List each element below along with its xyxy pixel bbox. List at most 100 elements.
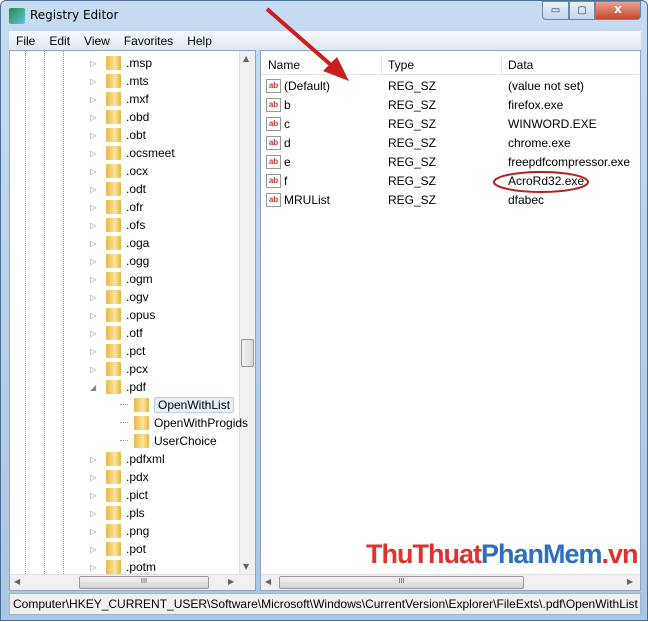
expand-icon[interactable]: ▷ <box>90 491 100 500</box>
expand-icon[interactable]: ▷ <box>90 275 100 284</box>
column-header-name[interactable]: Name <box>268 58 300 72</box>
menu-help[interactable]: Help <box>180 34 219 48</box>
tree-item[interactable]: ▷ .odt <box>90 180 146 198</box>
tree-item[interactable]: ▷ .ogv <box>90 288 149 306</box>
expand-icon[interactable]: ▷ <box>90 365 100 374</box>
value-type: REG_SZ <box>388 79 437 93</box>
tree-item[interactable]: ▷ .ogg <box>90 252 149 270</box>
tree-horizontal-scrollbar[interactable]: ◀ III ▶ <box>10 574 255 590</box>
expand-icon[interactable]: ▷ <box>90 131 100 140</box>
expand-icon[interactable]: ◢ <box>90 383 100 392</box>
scroll-right-arrow[interactable]: ▶ <box>228 577 234 586</box>
expand-icon[interactable]: ▷ <box>90 185 100 194</box>
tree-item[interactable]: UserChoice <box>120 432 217 450</box>
maximize-button[interactable]: ▢ <box>569 1 595 20</box>
tree-item[interactable]: ▷ .pict <box>90 486 148 504</box>
scroll-up-arrow[interactable]: ▲ <box>243 54 249 63</box>
scroll-left-arrow[interactable]: ◀ <box>14 577 20 586</box>
tree-item-label: .ofr <box>126 200 144 214</box>
scroll-down-arrow[interactable]: ▼ <box>243 562 249 571</box>
tree-item-label: .pot <box>126 542 147 556</box>
values-horizontal-scrollbar[interactable]: ◀ III ▶ <box>261 574 640 590</box>
scroll-right-arrow[interactable]: ▶ <box>627 577 633 586</box>
tree-item[interactable]: ▷ .pdfxml <box>90 450 165 468</box>
expand-icon[interactable]: ▷ <box>90 329 100 338</box>
tree-item[interactable]: ▷ .ogm <box>90 270 153 288</box>
value-row[interactable]: ab b REG_SZ firefox.exe <box>261 96 640 115</box>
tree-item[interactable]: ▷ .otf <box>90 324 143 342</box>
tree-item[interactable]: ▷ .pot <box>90 540 146 558</box>
tree-item[interactable]: OpenWithList <box>120 396 235 414</box>
expand-icon[interactable]: ▷ <box>90 311 100 320</box>
tree-item[interactable]: ▷ .ocx <box>90 162 148 180</box>
tree-item[interactable]: ▷ .ofr <box>90 198 143 216</box>
expand-icon[interactable]: ▷ <box>90 149 100 158</box>
menu-view[interactable]: View <box>77 34 117 48</box>
folder-icon <box>106 236 121 250</box>
expand-icon[interactable]: ▷ <box>90 527 100 536</box>
expand-icon[interactable]: ▷ <box>90 203 100 212</box>
expand-icon[interactable]: ▷ <box>90 293 100 302</box>
tree-item[interactable]: ▷ .pct <box>90 342 145 360</box>
tree-item[interactable]: ▷ .oga <box>90 234 149 252</box>
tree-item[interactable]: OpenWithProgids <box>120 414 248 432</box>
tree-item[interactable]: ▷ .pcx <box>90 360 148 378</box>
tree-guide <box>63 51 64 574</box>
scroll-thumb[interactable]: III <box>279 576 524 589</box>
string-value-icon: ab <box>266 136 281 150</box>
expand-icon[interactable]: ▷ <box>90 77 100 86</box>
tree-vertical-scrollbar[interactable]: ▲ ▼ <box>239 51 255 574</box>
folder-icon <box>134 416 149 430</box>
list-header: Name Type Data <box>261 55 640 75</box>
expand-icon[interactable]: ▷ <box>90 239 100 248</box>
menu-favorites[interactable]: Favorites <box>117 34 180 48</box>
title-bar[interactable]: Registry Editor ▭ ▢ X <box>1 1 647 31</box>
tree-item[interactable]: ▷ .msp <box>90 54 152 72</box>
tree-item[interactable]: ◢ .pdf <box>90 378 146 396</box>
tree-item[interactable]: ▷ .pdx <box>90 468 149 486</box>
menu-edit[interactable]: Edit <box>42 34 77 48</box>
tree-item[interactable]: ▷ .mts <box>90 72 149 90</box>
tree-item[interactable]: ▷ .potm <box>90 558 156 576</box>
tree-item[interactable]: ▷ .obd <box>90 108 149 126</box>
menu-file[interactable]: File <box>9 34 42 48</box>
tree-item[interactable]: ▷ .obt <box>90 126 146 144</box>
value-row[interactable]: ab d REG_SZ chrome.exe <box>261 134 640 153</box>
value-row[interactable]: ab c REG_SZ WINWORD.EXE <box>261 115 640 134</box>
expand-icon[interactable]: ▷ <box>90 167 100 176</box>
expand-icon[interactable]: ▷ <box>90 257 100 266</box>
value-row[interactable]: ab MRUList REG_SZ dfabec <box>261 191 640 210</box>
tree-item[interactable]: ▷ .pls <box>90 504 145 522</box>
expand-icon[interactable]: ▷ <box>90 95 100 104</box>
scroll-thumb[interactable] <box>241 339 254 367</box>
column-header-type[interactable]: Type <box>388 58 414 72</box>
expand-icon[interactable]: ▷ <box>90 509 100 518</box>
expand-icon[interactable]: ▷ <box>90 455 100 464</box>
expand-icon[interactable]: ▷ <box>90 113 100 122</box>
tree-item[interactable]: ▷ .mxf <box>90 90 149 108</box>
tree-item[interactable]: ▷ .opus <box>90 306 155 324</box>
value-row[interactable]: ab e REG_SZ freepdfcompressor.exe <box>261 153 640 172</box>
scroll-left-arrow[interactable]: ◀ <box>265 577 271 586</box>
expand-icon[interactable]: ▷ <box>90 545 100 554</box>
minimize-button[interactable]: ▭ <box>542 1 569 20</box>
tree-item[interactable]: ▷ .ofs <box>90 216 145 234</box>
expand-icon[interactable]: ▷ <box>90 347 100 356</box>
expand-icon[interactable]: ▷ <box>90 59 100 68</box>
value-name: f <box>284 174 288 188</box>
string-value-icon: ab <box>266 79 281 93</box>
close-button[interactable]: X <box>595 1 641 20</box>
tree-item-label: UserChoice <box>154 434 217 448</box>
expand-icon[interactable]: ▷ <box>90 473 100 482</box>
tree-item[interactable]: ▷ .png <box>90 522 149 540</box>
column-header-data[interactable]: Data <box>508 58 533 72</box>
value-row[interactable]: ab f REG_SZ AcroRd32.exe <box>261 172 640 191</box>
tree-item[interactable]: ▷ .ocsmeet <box>90 144 175 162</box>
folder-icon <box>106 452 121 466</box>
value-type: REG_SZ <box>388 117 437 131</box>
expand-icon[interactable]: ▷ <box>90 221 100 230</box>
value-row[interactable]: ab (Default) REG_SZ (value not set) <box>261 77 640 96</box>
expand-icon[interactable]: ▷ <box>90 563 100 572</box>
scroll-thumb[interactable]: III <box>79 576 209 589</box>
folder-icon <box>106 470 121 484</box>
